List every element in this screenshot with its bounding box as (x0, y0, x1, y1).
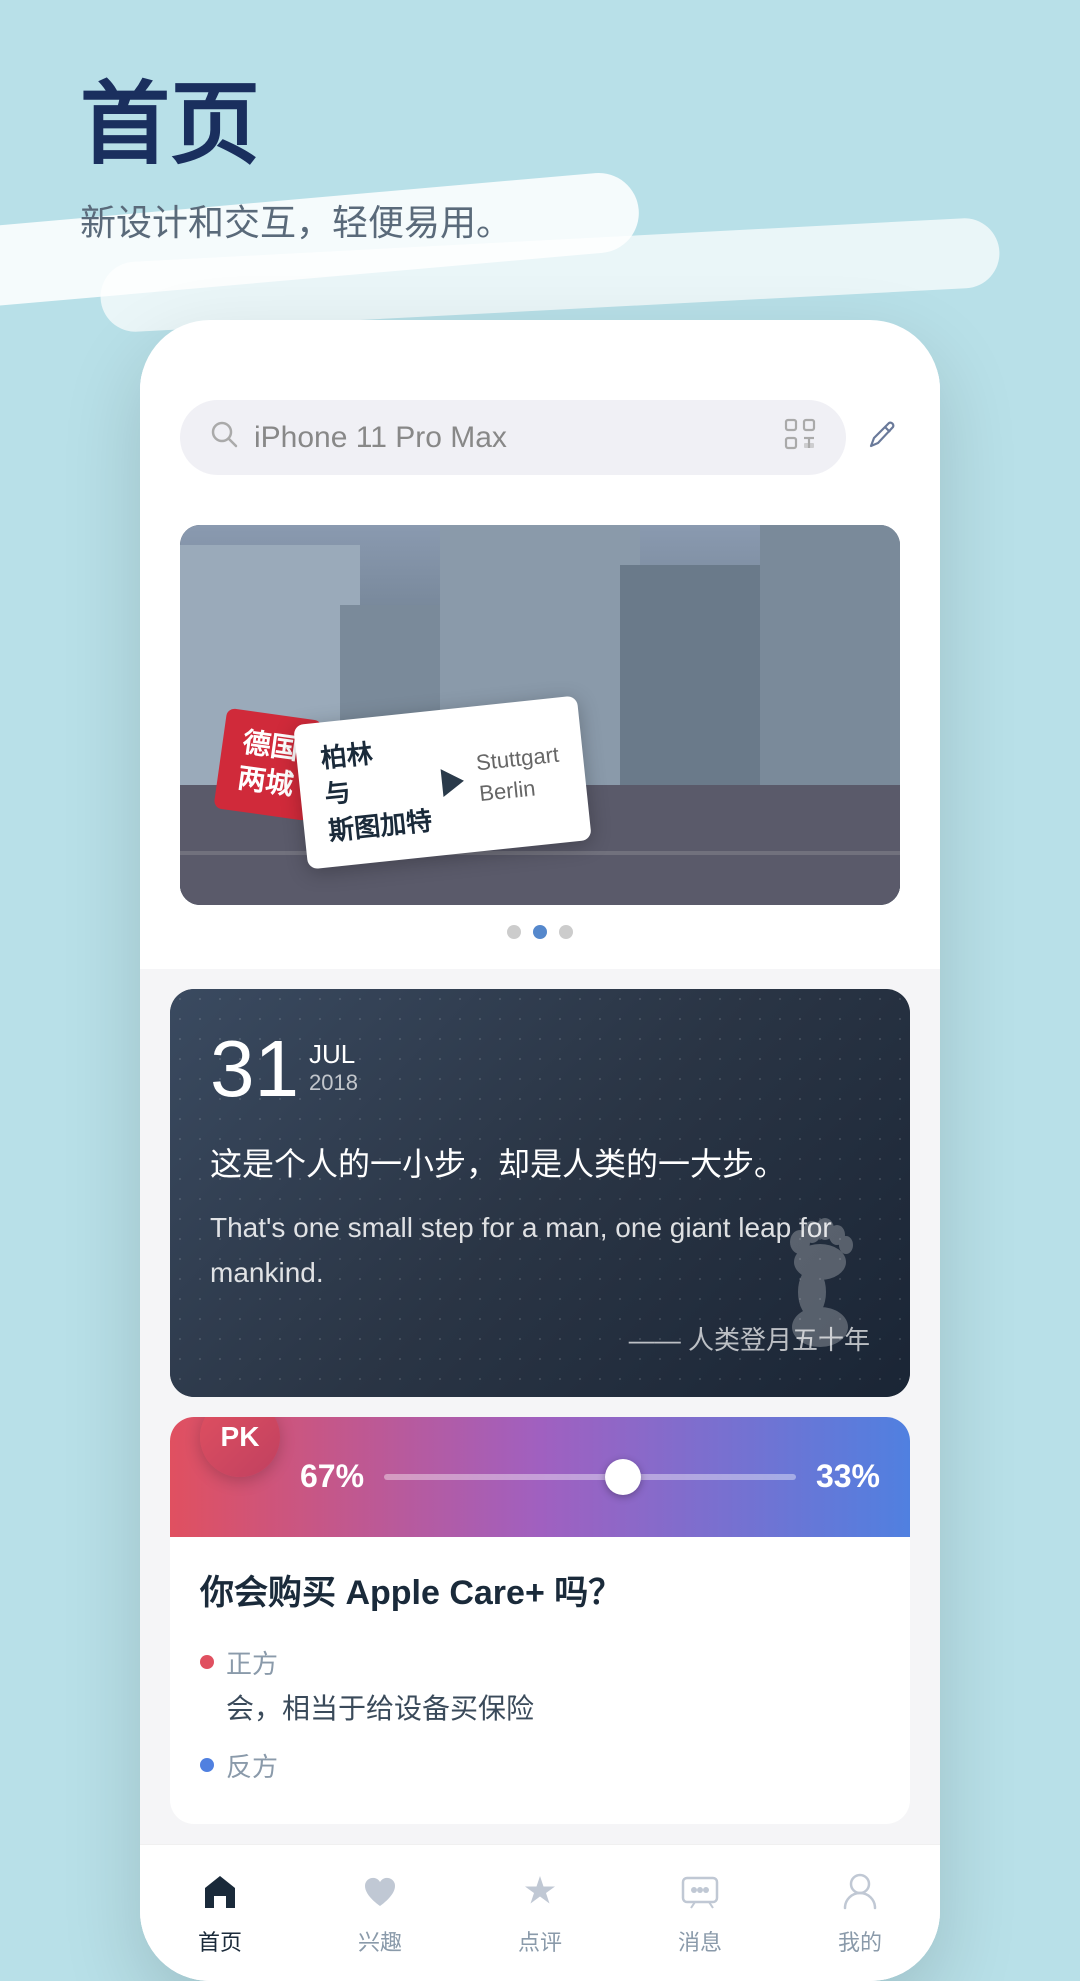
pk-slider-thumb[interactable] (605, 1459, 641, 1495)
search-bar[interactable]: iPhone 11 Pro Max (180, 400, 846, 475)
nav-item-reviews[interactable]: 点评 (514, 1865, 566, 1957)
banner-area: 德国 两城 柏林 与 斯图加特 Stuttgart Berlin (140, 505, 940, 969)
banner-image: 德国 两城 柏林 与 斯图加特 Stuttgart Berlin (180, 525, 900, 905)
pk-dot-red (200, 1655, 214, 1669)
banner-white-card: 柏林 与 斯图加特 Stuttgart Berlin (293, 695, 592, 869)
nav-label-home: 首页 (198, 1925, 242, 1957)
quote-source: —— 人类登月五十年 (210, 1320, 870, 1357)
pk-card[interactable]: PK 67% 33% 你会购买 Apple Care+ 吗？ 正方 会，相当于给… (170, 1417, 910, 1824)
pk-question: 你会购买 Apple Care+ 吗？ (170, 1537, 910, 1634)
banner-dots (140, 925, 940, 939)
phone-mockup: iPhone 11 Pro Max (140, 320, 940, 1981)
nav-label-profile: 我的 (838, 1925, 882, 1957)
scan-icon[interactable] (784, 418, 816, 457)
banner-dot-2[interactable] (533, 925, 547, 939)
quote-text-zh: 这是个人的一小步，却是人类的一大步。 (210, 1139, 870, 1190)
page-header: 首页 新设计和交互，轻便易用。 (80, 80, 512, 246)
banner-arrow-icon (441, 766, 466, 796)
quote-card[interactable]: 31 JUL 2018 这是个人的一小步，却是人类的一大步。 That's on… (170, 989, 910, 1397)
pk-bar: PK 67% 33% (170, 1417, 910, 1537)
star-icon (514, 1865, 566, 1917)
banner-dot-3[interactable] (559, 925, 573, 939)
nav-item-messages[interactable]: 消息 (674, 1865, 726, 1957)
pk-option-pro: 正方 会，相当于给设备买保险 (170, 1634, 910, 1737)
page-title: 首页 (80, 80, 512, 170)
user-icon (834, 1865, 886, 1917)
message-icon (674, 1865, 726, 1917)
banner-scroll[interactable]: 德国 两城 柏林 与 斯图加特 Stuttgart Berlin (140, 525, 940, 905)
nav-item-home[interactable]: 首页 (194, 1865, 246, 1957)
pk-option-pro-content: 会，相当于给设备买保险 (200, 1687, 880, 1727)
quote-text-en: That's one small step for a man, one gia… (210, 1206, 870, 1296)
pk-dot-blue (200, 1758, 214, 1772)
bottom-nav: 首页 兴趣 点评 (140, 1844, 940, 1981)
nav-label-messages: 消息 (678, 1925, 722, 1957)
nav-label-reviews: 点评 (518, 1925, 562, 1957)
search-icon (210, 420, 238, 455)
nav-item-profile[interactable]: 我的 (834, 1865, 886, 1957)
heart-icon (354, 1865, 406, 1917)
pk-slider-track[interactable] (384, 1474, 796, 1480)
pk-option-con: 反方 (170, 1737, 910, 1794)
search-area: iPhone 11 Pro Max (140, 370, 940, 505)
edit-icon[interactable] (866, 417, 900, 459)
quote-day: 31 (210, 1029, 299, 1109)
home-icon (194, 1865, 246, 1917)
pk-percent-left: 67% (300, 1458, 364, 1495)
nav-label-interests: 兴趣 (358, 1925, 402, 1957)
banner-dot-1[interactable] (507, 925, 521, 939)
search-placeholder: iPhone 11 Pro Max (254, 421, 768, 455)
phone-content: iPhone 11 Pro Max (140, 370, 940, 1981)
pk-badge: PK (200, 1417, 280, 1477)
nav-item-interests[interactable]: 兴趣 (354, 1865, 406, 1957)
quote-date: JUL 2018 (309, 1029, 358, 1096)
pk-option-con-label: 反方 (200, 1747, 880, 1784)
pk-option-pro-label: 正方 (200, 1644, 880, 1681)
pk-percent-right: 33% (816, 1458, 880, 1495)
banner-sub-text: Stuttgart Berlin (475, 739, 564, 809)
page-subtitle: 新设计和交互，轻便易用。 (80, 194, 512, 246)
